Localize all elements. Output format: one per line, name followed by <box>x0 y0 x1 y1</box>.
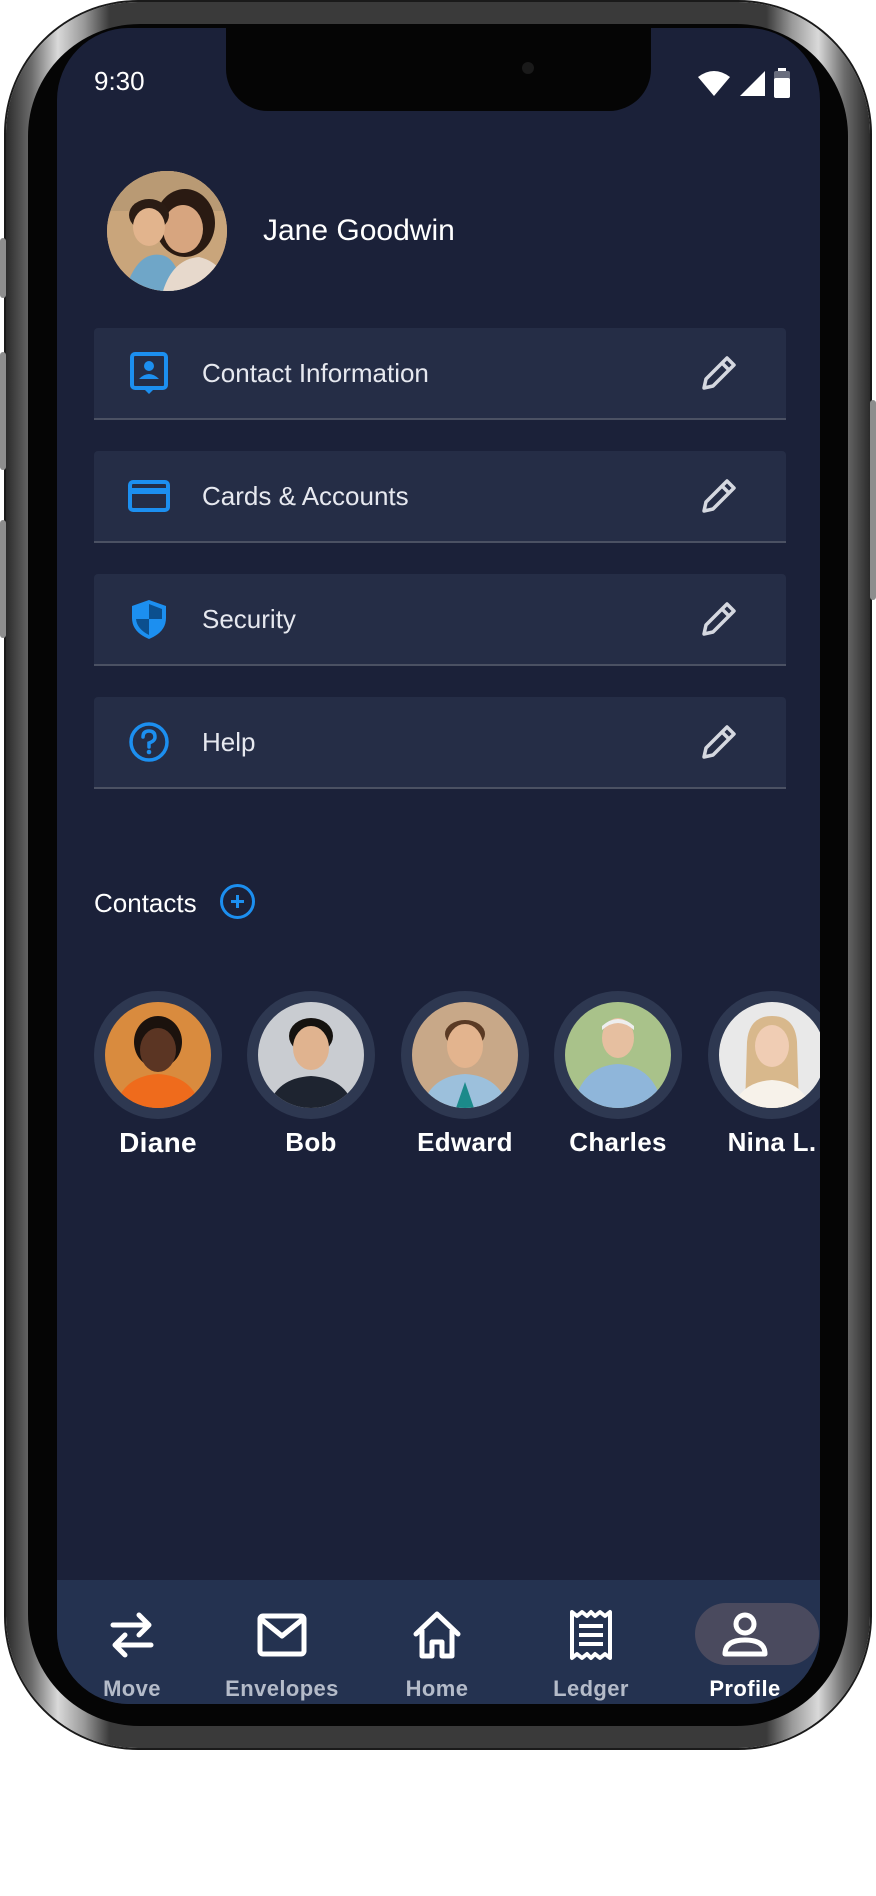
volume-up-button <box>0 352 6 470</box>
contact-avatar-ring <box>708 991 820 1119</box>
contact-avatar-ring <box>401 991 529 1119</box>
nav-label: Envelopes <box>225 1676 339 1701</box>
contact-avatar-ring <box>247 991 375 1119</box>
family-photo <box>107 171 227 291</box>
contact-item[interactable]: Charles <box>554 991 682 1158</box>
nav-item-move[interactable]: Move <box>57 1580 207 1704</box>
status-icons <box>698 68 790 98</box>
contact-avatar-ring <box>94 991 222 1119</box>
shield-icon <box>132 600 166 639</box>
pencil-icon[interactable] <box>700 600 738 638</box>
nav-item-ledger[interactable]: Ledger <box>516 1580 666 1704</box>
contact-name: Charles <box>569 1127 667 1157</box>
pencil-icon[interactable] <box>700 477 738 515</box>
contact-name: Diane <box>119 1127 197 1158</box>
bottom-navigation: Move Envelopes Home Ledger Profile <box>57 1580 820 1704</box>
home-icon <box>413 1611 461 1659</box>
contact-photo-diane <box>105 1002 211 1108</box>
pencil-icon[interactable] <box>700 354 738 392</box>
contact-photo-edward <box>412 1002 518 1108</box>
front-camera <box>522 62 534 74</box>
avatar <box>258 1002 364 1108</box>
contacts-heading: Contacts <box>94 888 197 918</box>
contact-item[interactable]: Nina L. <box>708 991 820 1158</box>
menu-label: Help <box>202 727 256 757</box>
menu-item-help[interactable]: Help <box>94 697 786 789</box>
profile-name: Jane Goodwin <box>263 214 455 247</box>
nav-item-home[interactable]: Home <box>362 1580 512 1704</box>
contact-photo-bob <box>258 1002 364 1108</box>
contact-item[interactable]: Edward <box>401 991 529 1158</box>
wifi-icon <box>698 71 730 96</box>
contact-item[interactable]: Diane <box>94 991 222 1159</box>
menu-item-contact-information[interactable]: Contact Information <box>94 328 786 420</box>
contact-name: Edward <box>417 1127 513 1157</box>
contact-photo-charles <box>565 1002 671 1108</box>
menu-label: Security <box>202 604 296 634</box>
avatar <box>105 1002 211 1108</box>
receipt-icon <box>570 1610 612 1660</box>
menu-label: Contact Information <box>202 358 429 388</box>
credit-card-icon <box>128 480 170 512</box>
menu-item-cards-accounts[interactable]: Cards & Accounts <box>94 451 786 543</box>
person-icon <box>722 1612 768 1657</box>
power-button <box>870 400 876 600</box>
nav-item-profile[interactable]: Profile <box>670 1580 820 1704</box>
plus-circle-icon <box>231 895 244 908</box>
contact-name: Nina L. <box>727 1127 817 1157</box>
contact-card-icon <box>130 352 168 394</box>
contact-avatar-ring <box>554 991 682 1119</box>
help-circle-icon <box>129 722 169 762</box>
nav-label: Profile <box>709 1676 781 1701</box>
app-screen: 9:30 Jane Goodwin Contact Information Ca… <box>57 28 820 1704</box>
nav-label: Home <box>405 1676 469 1701</box>
status-time: 9:30 <box>94 66 145 96</box>
nav-label: Ledger <box>553 1676 629 1701</box>
menu-label: Cards & Accounts <box>202 481 409 511</box>
mute-switch <box>0 238 6 298</box>
cellular-signal-icon <box>740 71 765 96</box>
battery-icon <box>774 68 790 98</box>
pencil-icon[interactable] <box>700 723 738 761</box>
menu-item-security[interactable]: Security <box>94 574 786 666</box>
notch <box>226 28 651 111</box>
nav-item-envelopes[interactable]: Envelopes <box>207 1580 357 1704</box>
volume-down-button <box>0 520 6 638</box>
avatar <box>412 1002 518 1108</box>
avatar <box>719 1002 820 1108</box>
swap-arrows-icon <box>110 1612 154 1658</box>
avatar <box>565 1002 671 1108</box>
nav-label: Move <box>103 1676 161 1701</box>
contact-photo-nina <box>719 1002 820 1108</box>
envelope-icon <box>257 1613 307 1657</box>
contact-name: Bob <box>285 1127 337 1157</box>
add-contact-button[interactable] <box>220 884 255 919</box>
contact-item[interactable]: Bob <box>247 991 375 1158</box>
profile-avatar[interactable] <box>107 171 227 291</box>
